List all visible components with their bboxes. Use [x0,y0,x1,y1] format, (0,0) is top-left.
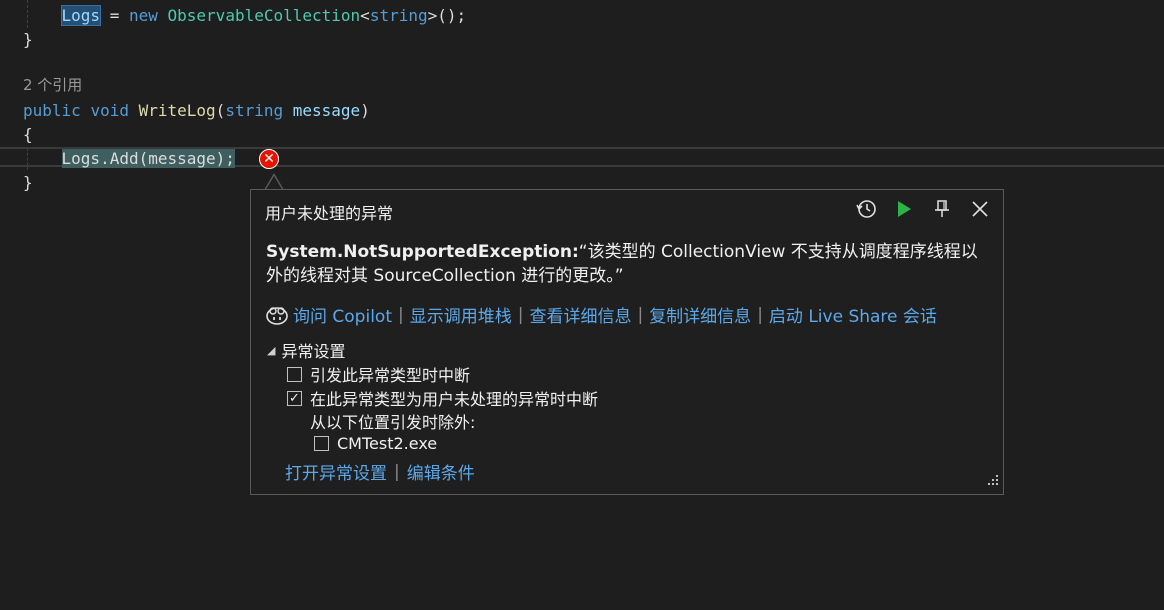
break-when-thrown-row[interactable]: 引发此异常类型时中断 [287,362,470,386]
exception-settings-label: 异常设置 [281,342,346,361]
exception-settings-header[interactable]: ◢ 异常设置 [267,338,345,362]
link-separator: | [397,304,404,325]
exe-checkbox[interactable] [314,436,329,451]
code-line: { [23,123,33,147]
exception-helper-popup: 用户未处理的异常 System.NotSupportedException:“该… [250,189,1004,495]
code-line: } [23,171,33,195]
link-separator: | [637,304,644,325]
resize-grip-icon[interactable] [985,471,999,490]
code-punct: ( [215,101,226,120]
code-brace: } [23,30,33,49]
code-line: Logs = new ObservableCollection<string>(… [23,4,466,28]
break-when-unhandled-checkbox[interactable]: ✓ [287,390,302,406]
codelens-references[interactable]: 2 个引用 [23,74,82,95]
live-share-link[interactable]: 启动 Live Share 会话 [769,302,937,327]
copilot-icon[interactable] [265,304,289,326]
play-icon[interactable] [891,196,917,222]
current-statement[interactable]: Logs.Add(message); [61,149,235,168]
code-punct: >(); [427,6,467,25]
exe-label: CMTest2.exe [337,434,438,453]
code-keyword-new: new [128,6,158,25]
link-separator: | [394,461,400,482]
break-when-unhandled-label: 在此异常类型为用户未处理的异常时中断 [310,390,599,409]
view-details-link[interactable]: 查看详细信息 [529,302,631,327]
copy-details-link[interactable]: 复制详细信息 [649,302,751,327]
code-keyword-string: string [225,101,284,120]
break-when-thrown-label: 引发此异常类型时中断 [310,366,471,385]
settings-links: 打开异常设置 | 编辑条件 [285,459,475,485]
code-brace: } [23,173,33,192]
code-punct: ) [360,101,370,120]
open-exception-settings-link[interactable]: 打开异常设置 [285,459,387,484]
code-keyword-void: void [90,101,129,120]
exe-row[interactable]: CMTest2.exe [314,434,437,453]
code-line: public void WriteLog(string message) [23,99,370,123]
code-keyword-public: public [23,101,81,120]
show-call-stack-link[interactable]: 显示调用堆栈 [410,302,512,327]
code-type: ObservableCollection [167,6,361,25]
link-separator: | [517,304,524,325]
code-method-name: WriteLog [138,101,216,120]
ask-copilot-link[interactable]: 询问 Copilot [293,302,392,327]
exception-message: System.NotSupportedException:“该类型的 Colle… [266,240,986,288]
code-parameter: message [292,101,361,120]
history-icon[interactable] [853,196,879,222]
code-line-current: Logs.Add(message); [23,147,235,171]
collapse-triangle-icon[interactable]: ◢ [267,344,275,357]
break-when-unhandled-row[interactable]: ✓ 在此异常类型为用户未处理的异常时中断 [287,386,598,410]
error-x-icon[interactable]: ✕ [259,149,279,169]
code-line: } [23,28,33,52]
except-when-thrown-from-label: 从以下位置引发时除外: [310,413,476,432]
popup-title: 用户未处理的异常 [265,204,394,223]
break-when-thrown-checkbox[interactable] [287,366,302,382]
edit-conditions-link[interactable]: 编辑条件 [407,459,475,484]
close-icon[interactable] [967,196,993,222]
code-brace: { [23,125,33,144]
code-keyword-string: string [369,6,428,25]
exception-type: System.NotSupportedException: [266,242,579,262]
popup-toolbar [853,196,993,222]
pin-icon[interactable] [929,196,955,222]
code-punct: < [360,6,370,25]
code-identifier-logs[interactable]: Logs [60,5,102,26]
link-separator: | [757,304,763,325]
code-operator: = [100,6,129,25]
action-links: 询问 Copilot | 显示调用堆栈 | 查看详细信息 | 复制详细信息 | … [265,302,937,327]
